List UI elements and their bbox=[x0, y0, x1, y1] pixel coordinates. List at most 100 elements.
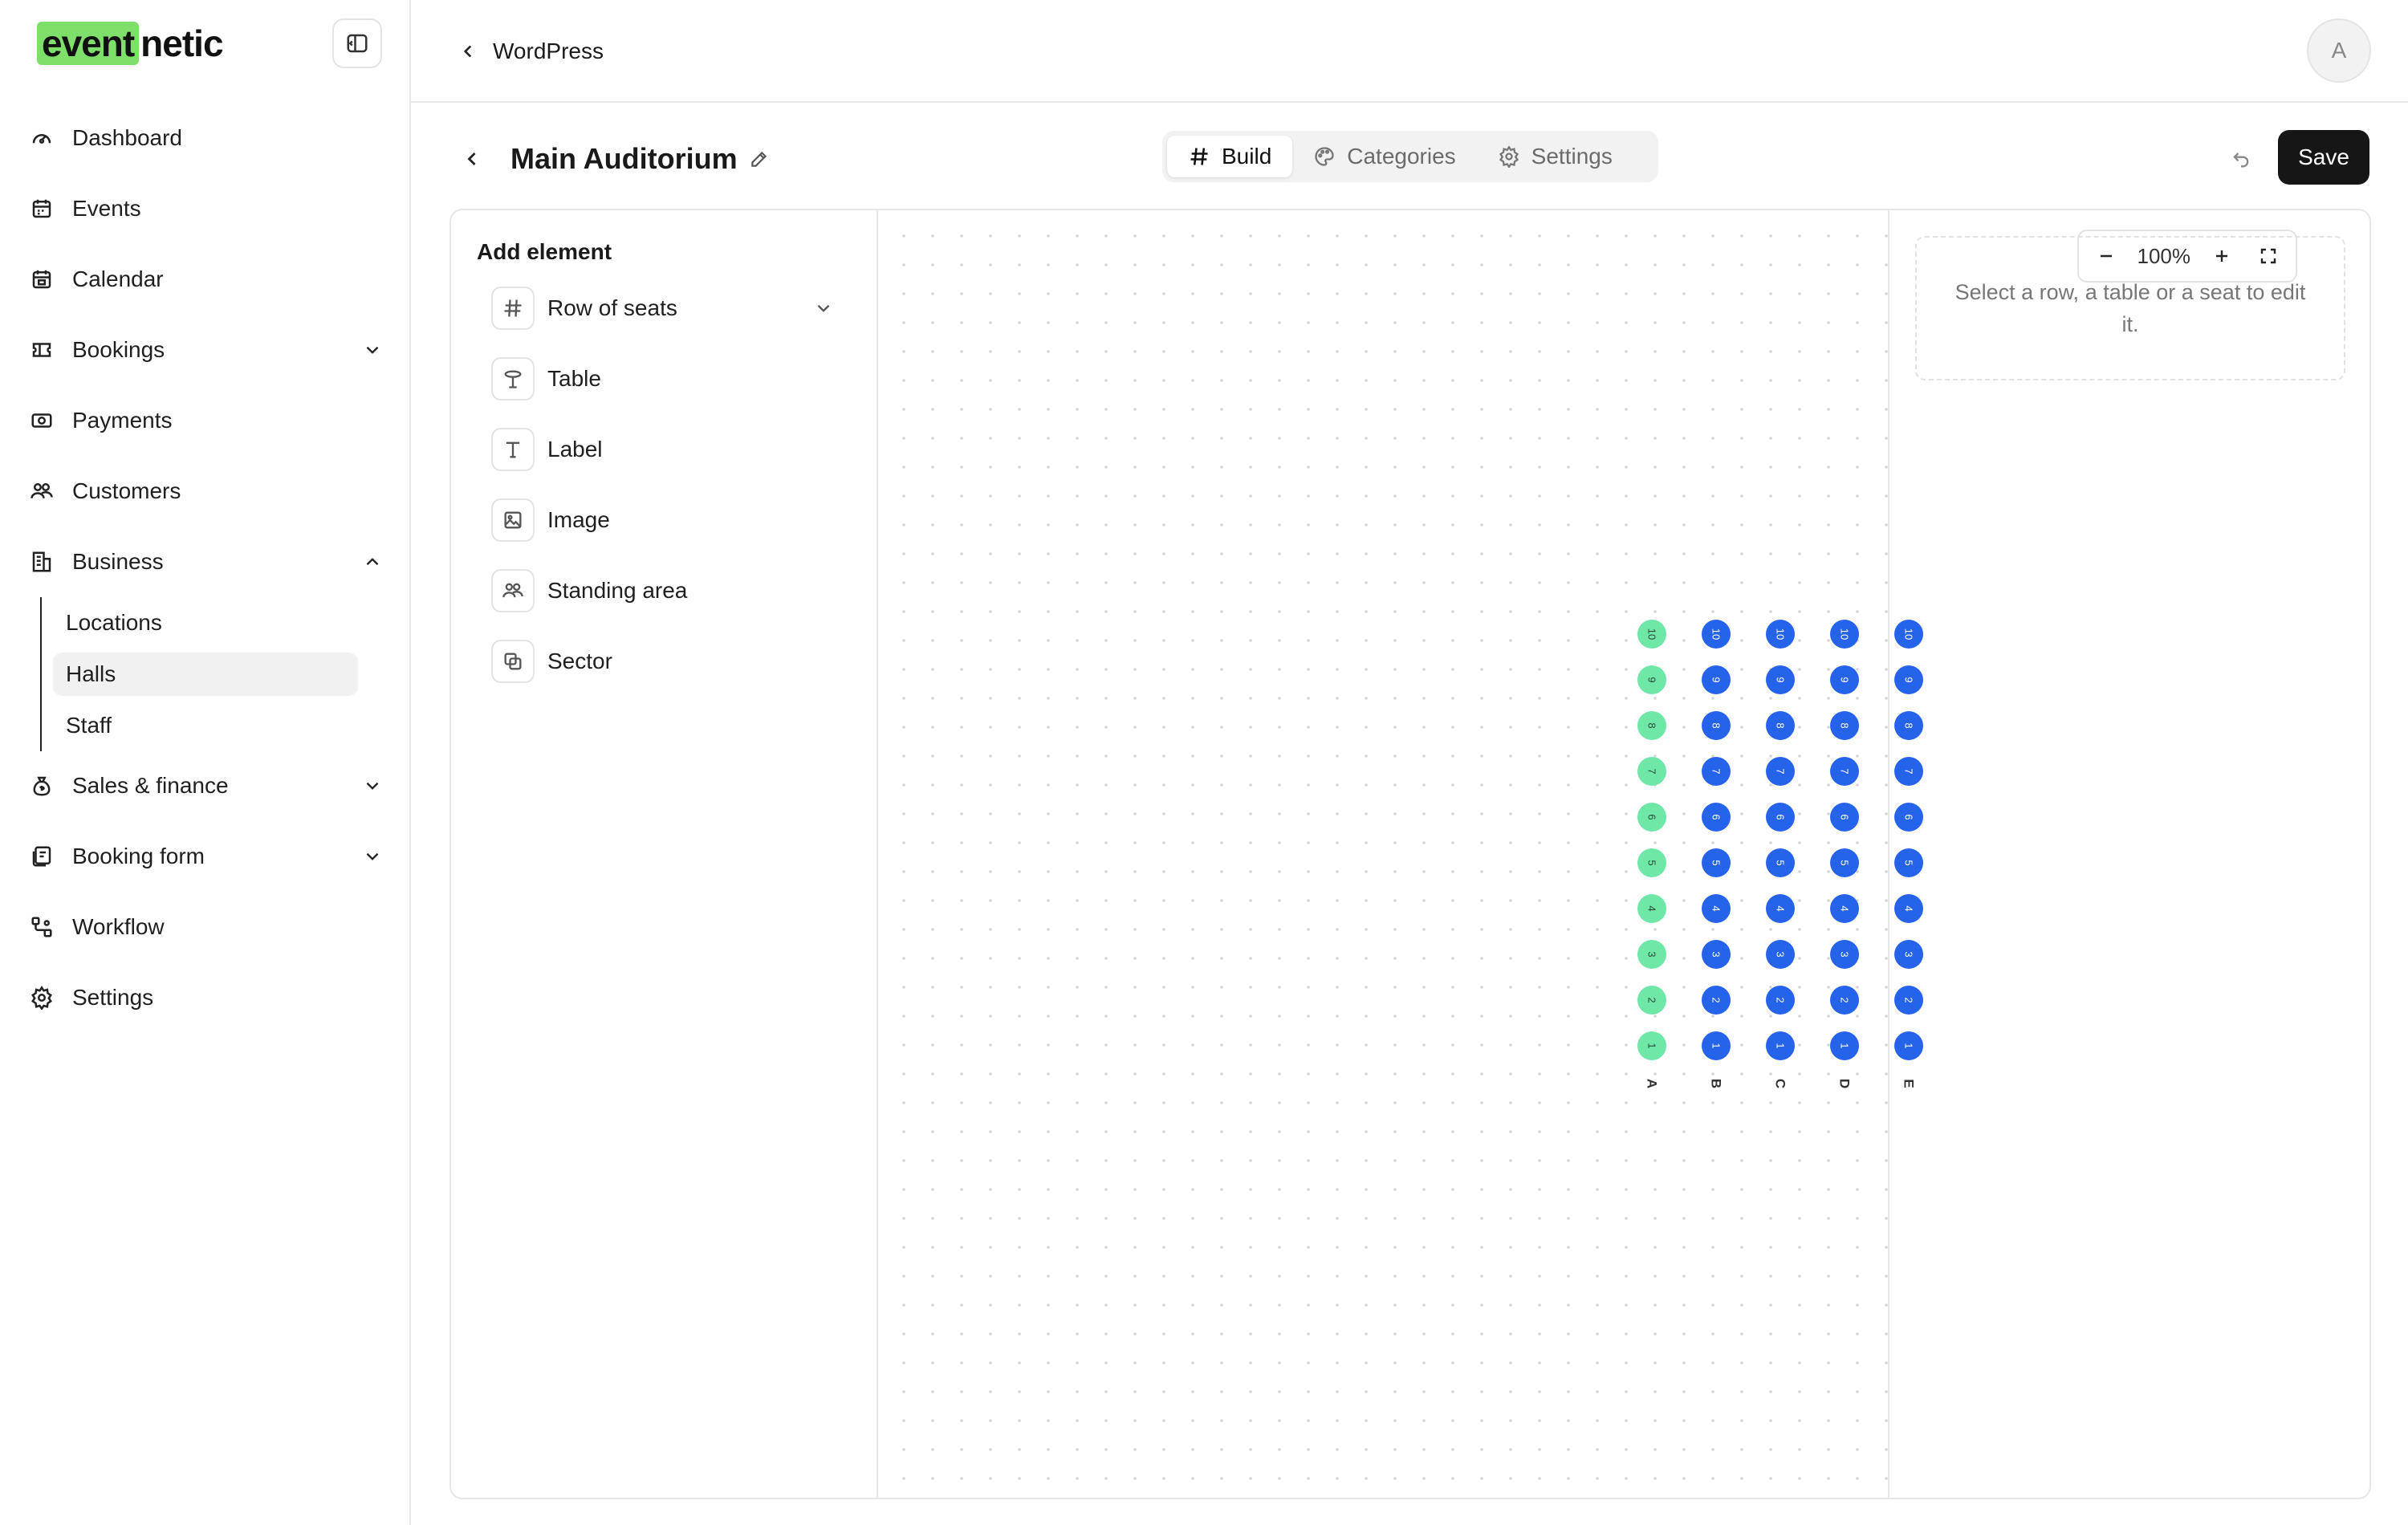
seat-number: 5 bbox=[1775, 860, 1787, 865]
seat-row[interactable]: 10 9 8 7 6 5 4 3 2 1 B bbox=[1702, 620, 1731, 1088]
seat-number: 10 bbox=[1839, 628, 1851, 640]
sidebar-item-label: Bookings bbox=[72, 337, 165, 362]
user-avatar[interactable]: A bbox=[2307, 18, 2371, 83]
seat-number: 5 bbox=[1646, 860, 1658, 865]
sidebar-item-workflow[interactable]: Workflow bbox=[24, 903, 393, 951]
collapse-sidebar-button[interactable] bbox=[332, 18, 382, 68]
chevron-down-icon[interactable] bbox=[358, 842, 387, 871]
gear-icon bbox=[1499, 145, 1519, 168]
submenu-line bbox=[40, 597, 42, 751]
text-icon bbox=[491, 428, 535, 471]
row-label: D bbox=[1837, 1079, 1853, 1088]
top-bar: WordPress A bbox=[411, 0, 2408, 103]
seat-number: 6 bbox=[1646, 814, 1658, 819]
add-table[interactable]: Table bbox=[491, 355, 844, 403]
seat-number: 3 bbox=[1839, 951, 1851, 957]
gauge-icon bbox=[26, 122, 58, 154]
palette-title: Add element bbox=[477, 239, 612, 264]
sidebar-subitem-locations[interactable]: Locations bbox=[53, 601, 358, 645]
sidebar-subitem-label: Locations bbox=[66, 610, 162, 635]
page-title: Main Auditorium bbox=[510, 142, 738, 175]
sidebar-item-calendar[interactable]: Calendar bbox=[24, 255, 393, 303]
users-icon bbox=[26, 475, 58, 507]
users-icon bbox=[491, 569, 535, 612]
sidebar-item-dashboard[interactable]: Dashboard bbox=[24, 114, 393, 162]
row-label: B bbox=[1709, 1079, 1724, 1088]
sidebar-item-label: Booking form bbox=[72, 844, 205, 868]
sidebar-subitem-label: Staff bbox=[66, 713, 112, 738]
banknote-icon bbox=[26, 405, 58, 437]
avatar-initial: A bbox=[2331, 38, 2347, 63]
table-icon bbox=[491, 357, 535, 401]
seat-number: 9 bbox=[1775, 677, 1787, 682]
seat-number: 9 bbox=[1710, 677, 1723, 682]
sidebar-subitem-staff[interactable]: Staff bbox=[53, 704, 358, 747]
seat-number: 2 bbox=[1839, 997, 1851, 1002]
seat-number: 2 bbox=[1710, 997, 1723, 1002]
sidebar-item-business[interactable]: Business bbox=[24, 538, 393, 586]
tab-label: Categories bbox=[1347, 144, 1456, 169]
seat-row[interactable]: 10 9 8 7 6 5 4 3 2 1 C bbox=[1766, 620, 1795, 1088]
back-link-label: WordPress bbox=[493, 39, 604, 63]
add-standing-area[interactable]: Standing area bbox=[491, 567, 844, 615]
tab-settings[interactable]: Settings bbox=[1477, 136, 1633, 177]
sidebar-item-booking-form[interactable]: Booking form bbox=[24, 832, 393, 880]
logo-highlight: event bbox=[37, 22, 140, 65]
sidebar-item-settings[interactable]: Settings bbox=[24, 974, 393, 1022]
gear-icon bbox=[26, 982, 58, 1014]
palette-icon bbox=[1315, 147, 1334, 166]
sidebar: event netic Dashboard Events Calendar Boo… bbox=[0, 0, 411, 1525]
seat-number: 9 bbox=[1839, 677, 1851, 682]
logo-rest: netic bbox=[140, 22, 223, 64]
add-sector[interactable]: Sector bbox=[491, 637, 844, 685]
seat-number: 8 bbox=[1839, 722, 1851, 728]
pencil-icon bbox=[751, 151, 767, 167]
seat-number: 1 bbox=[1839, 1043, 1851, 1048]
row-label: A bbox=[1645, 1079, 1660, 1088]
edit-title-button[interactable] bbox=[743, 143, 775, 175]
sector-icon bbox=[491, 640, 535, 683]
chevron-up-icon[interactable] bbox=[358, 547, 387, 576]
chevron-down-icon[interactable] bbox=[809, 294, 838, 323]
seat-row[interactable]: 10 9 8 7 6 5 4 3 2 1 D bbox=[1830, 620, 1859, 1088]
seat-number: 4 bbox=[1839, 905, 1851, 911]
seat-number: 4 bbox=[1646, 905, 1658, 911]
palette-item-label: Sector bbox=[547, 649, 612, 673]
back-to-wordpress-link[interactable]: WordPress bbox=[458, 29, 604, 74]
seat-number: 7 bbox=[1839, 768, 1851, 774]
tab-categories[interactable]: Categories bbox=[1292, 136, 1476, 177]
sidebar-subitem-halls[interactable]: Halls bbox=[53, 653, 358, 696]
seat-number: 6 bbox=[1710, 814, 1723, 819]
seat-number: 8 bbox=[1710, 722, 1723, 728]
sidebar-toggle-icon bbox=[347, 34, 368, 53]
add-row-of-seats[interactable]: Row of seats bbox=[491, 284, 844, 332]
sidebar-item-customers[interactable]: Customers bbox=[24, 467, 393, 515]
sidebar-item-sales-finance[interactable]: Sales & finance bbox=[24, 762, 393, 810]
hash-icon bbox=[491, 287, 535, 330]
add-image[interactable]: Image bbox=[491, 496, 844, 544]
back-button[interactable] bbox=[454, 141, 490, 177]
seat-number: 4 bbox=[1775, 905, 1787, 911]
chevron-down-icon[interactable] bbox=[358, 336, 387, 364]
save-button[interactable]: Save bbox=[2278, 130, 2369, 185]
sidebar-subitem-label: Halls bbox=[66, 661, 116, 686]
image-icon bbox=[491, 498, 535, 542]
workflow-icon bbox=[26, 911, 58, 943]
seat-number: 10 bbox=[1710, 628, 1723, 640]
seat-row[interactable]: 10 9 8 7 6 5 4 3 2 1 A bbox=[1637, 620, 1666, 1088]
chevron-down-icon[interactable] bbox=[358, 771, 387, 800]
sidebar-item-payments[interactable]: Payments bbox=[24, 396, 393, 445]
seat-map-canvas[interactable]: 100% 10 9 8 7 6 5 4 3 2 1 A 10 9 8 7 6 5 4 3 2 1 B 10 9 8 7 6 5 4 3 2 1… bbox=[878, 210, 2297, 1498]
tab-build[interactable]: Build bbox=[1167, 136, 1293, 177]
sidebar-item-events[interactable]: Events bbox=[24, 185, 393, 233]
palette-item-label: Table bbox=[547, 366, 601, 391]
undo-button[interactable] bbox=[2223, 141, 2259, 177]
add-label[interactable]: Label bbox=[491, 425, 844, 474]
seat-number: 1 bbox=[1646, 1043, 1658, 1048]
sidebar-item-bookings[interactable]: Bookings bbox=[24, 326, 393, 374]
undo-icon bbox=[2233, 152, 2249, 168]
brand-logo[interactable]: event netic bbox=[37, 21, 224, 66]
sidebar-item-label: Calendar bbox=[72, 266, 164, 291]
seat-number: 1 bbox=[1775, 1043, 1787, 1048]
tab-label: Settings bbox=[1531, 144, 1613, 169]
